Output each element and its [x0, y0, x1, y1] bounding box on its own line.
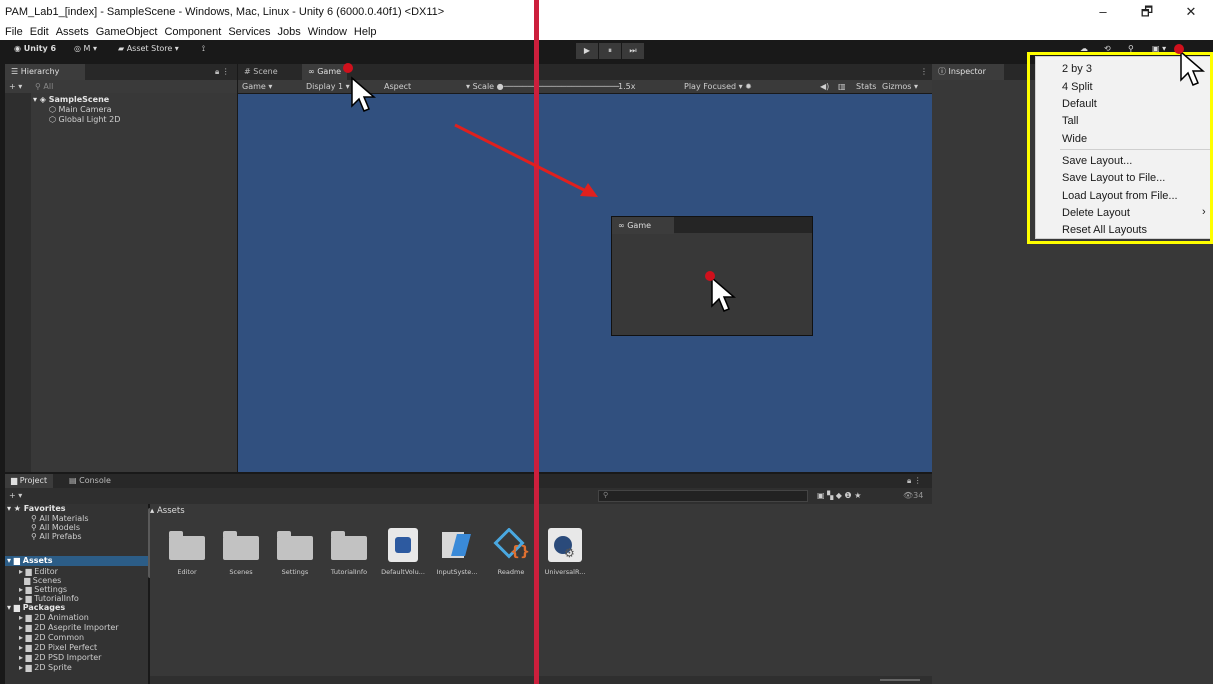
click-marker	[1174, 44, 1184, 54]
annotation-overlay	[343, 44, 1206, 312]
cursor-icon-menu	[1180, 50, 1206, 86]
click-marker	[343, 63, 353, 73]
cursor-icon-tab	[351, 76, 377, 112]
cursor-icon-floating	[711, 276, 737, 312]
click-marker	[705, 271, 715, 281]
red-arrow-icon	[454, 123, 598, 197]
